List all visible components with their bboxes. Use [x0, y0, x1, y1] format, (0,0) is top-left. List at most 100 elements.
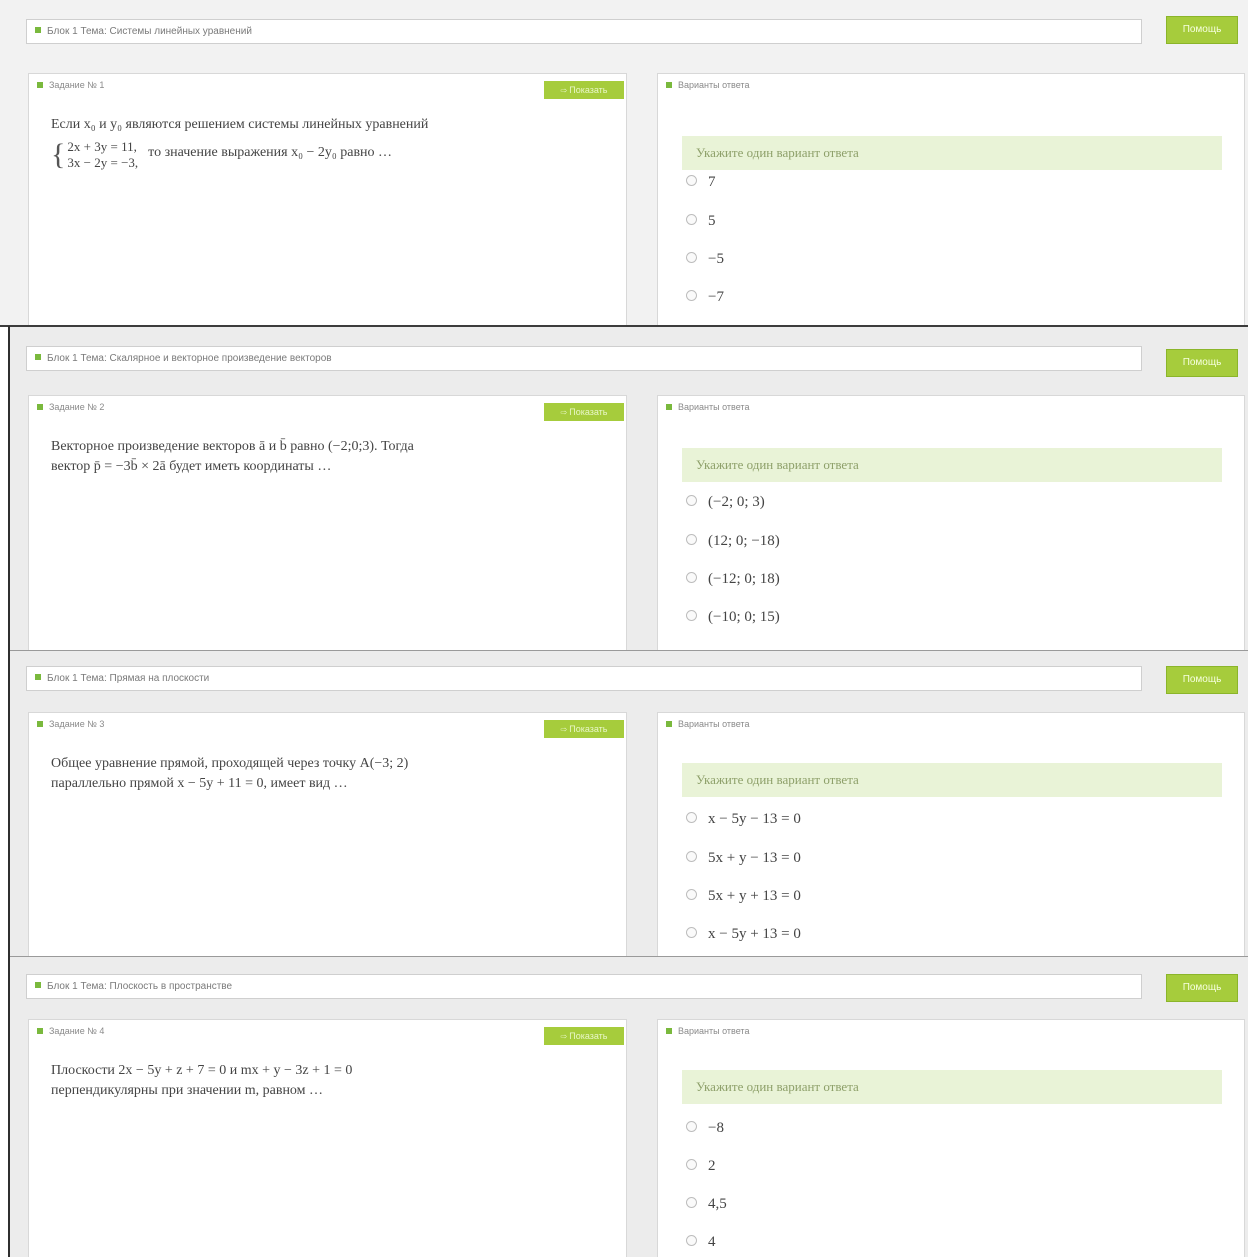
option-label: (−12; 0; 18)	[708, 571, 780, 587]
topic-text: Блок 1 Тема: Системы линейных уравнений	[47, 26, 252, 37]
radio-icon[interactable]	[686, 175, 697, 187]
equation-system: {2x + 3y = 11, 3x − 2y = −3,	[51, 139, 138, 171]
show-label: Показать	[569, 724, 608, 734]
answers-header: Варианты ответа	[666, 1026, 749, 1036]
task-card: Задание № 2 ⇨ Показать Векторное произвед…	[28, 395, 627, 650]
divider	[10, 650, 1248, 651]
show-button[interactable]: ⇨ Показать	[544, 720, 624, 738]
radio-icon[interactable]	[686, 927, 697, 939]
option-label: (−10; 0; 15)	[708, 609, 780, 625]
marker-icon	[35, 27, 41, 34]
equation-1: 2x + 3y = 11,	[67, 139, 137, 154]
answer-option[interactable]: −8	[686, 1120, 724, 1137]
answer-option[interactable]: 5	[686, 213, 716, 230]
task-card: Задание № 1 ⇨ Показать Если x₀ и y₀ являю…	[28, 73, 627, 326]
answer-option[interactable]: (−12; 0; 18)	[686, 571, 780, 588]
option-label: −5	[708, 251, 724, 267]
question-text: Плоскости 2x − 5y + z + 7 = 0 и mx + y −…	[51, 1061, 551, 1101]
task-panel-1: Блок 1 Тема: Системы линейных уравнений …	[0, 0, 1248, 326]
answer-option[interactable]: (12; 0; −18)	[686, 533, 780, 550]
show-button[interactable]: ⇨ Показать	[544, 403, 624, 421]
radio-icon[interactable]	[686, 812, 697, 824]
answers-card: Варианты ответа Укажите один вариант отв…	[657, 1019, 1245, 1257]
task-title: Задание № 2	[49, 402, 105, 412]
answer-option[interactable]: x − 5y − 13 = 0	[686, 811, 801, 828]
topic-text: Блок 1 Тема: Скалярное и векторное произ…	[47, 353, 332, 364]
answers-title: Варианты ответа	[678, 719, 750, 729]
radio-icon[interactable]	[686, 851, 697, 863]
help-button[interactable]: Помощь	[1166, 16, 1238, 44]
answer-option[interactable]: 5x + y + 13 = 0	[686, 888, 801, 905]
answer-option[interactable]: −7	[686, 289, 724, 306]
task-title: Задание № 3	[49, 719, 105, 729]
answer-option[interactable]: 4	[686, 1234, 716, 1251]
question-text: Векторное произведение векторов ā и b̄ р…	[51, 437, 551, 477]
option-label: 2	[708, 1158, 716, 1174]
marker-icon	[35, 674, 41, 681]
show-label: Показать	[569, 1031, 608, 1041]
task-header: Задание № 3	[37, 719, 104, 729]
radio-icon[interactable]	[686, 252, 697, 264]
task-title: Задание № 4	[49, 1026, 105, 1036]
show-button[interactable]: ⇨ Показать	[544, 81, 624, 99]
answers-header: Варианты ответа	[666, 719, 749, 729]
answer-option[interactable]: −5	[686, 251, 724, 268]
radio-icon[interactable]	[686, 214, 697, 226]
marker-icon	[666, 403, 672, 410]
answer-option[interactable]: 7	[686, 174, 716, 191]
radio-icon[interactable]	[686, 1197, 697, 1209]
help-button[interactable]: Помощь	[1166, 974, 1238, 1002]
arrow-icon: ⇨	[560, 86, 568, 95]
answer-option[interactable]: x − 5y + 13 = 0	[686, 926, 801, 943]
answer-option[interactable]: 5x + y − 13 = 0	[686, 850, 801, 867]
answers-card: Варианты ответа Укажите один вариант отв…	[657, 712, 1245, 956]
option-label: −8	[708, 1120, 724, 1136]
radio-icon[interactable]	[686, 889, 697, 901]
answer-option[interactable]: 4,5	[686, 1196, 727, 1213]
radio-icon[interactable]	[686, 1159, 697, 1171]
radio-icon[interactable]	[686, 534, 697, 546]
radio-icon[interactable]	[686, 290, 697, 302]
answer-option[interactable]: (−10; 0; 15)	[686, 609, 780, 626]
option-label: 5x + y − 13 = 0	[708, 850, 801, 866]
task-panel-2: Блок 1 Тема: Скалярное и векторное произ…	[10, 327, 1248, 650]
radio-icon[interactable]	[686, 1235, 697, 1247]
task-card: Задание № 3 ⇨ Показать Общее уравнение пр…	[28, 712, 627, 956]
task-panel-4: Блок 1 Тема: Плоскость в пространстве По…	[10, 957, 1248, 1257]
help-button[interactable]: Помощь	[1166, 666, 1238, 694]
option-label: (12; 0; −18)	[708, 533, 780, 549]
answer-option[interactable]: (−2; 0; 3)	[686, 494, 765, 511]
show-button[interactable]: ⇨ Показать	[544, 1027, 624, 1045]
help-button[interactable]: Помощь	[1166, 349, 1238, 377]
question-line-2: вектор p̄ = −3b̄ × 2ā будет иметь коорди…	[51, 459, 332, 474]
answers-card: Варианты ответа Укажите один вариант отв…	[657, 73, 1245, 326]
question-line-1: Векторное произведение векторов ā и b̄ р…	[51, 439, 414, 454]
option-label: 4,5	[708, 1196, 727, 1212]
answers-title: Варианты ответа	[678, 402, 750, 412]
radio-icon[interactable]	[686, 495, 697, 507]
answer-option[interactable]: 2	[686, 1158, 716, 1175]
question-text: Общее уравнение прямой, проходящей через…	[51, 754, 551, 794]
topic-bar: Блок 1 Тема: Системы линейных уравнений	[26, 19, 1142, 44]
question-line-1: Плоскости 2x − 5y + z + 7 = 0 и mx + y −…	[51, 1063, 353, 1078]
radio-icon[interactable]	[686, 610, 697, 622]
marker-icon	[37, 403, 43, 410]
marker-icon	[37, 81, 43, 88]
brace-icon: {	[51, 138, 66, 171]
answers-card: Варианты ответа Укажите один вариант отв…	[657, 395, 1245, 650]
task-header: Задание № 1	[37, 80, 104, 90]
topic-bar: Блок 1 Тема: Скалярное и векторное произ…	[26, 346, 1142, 371]
option-label: x − 5y − 13 = 0	[708, 811, 801, 827]
topic-text: Блок 1 Тема: Прямая на плоскости	[47, 673, 210, 684]
instruction-banner: Укажите один вариант ответа	[682, 1070, 1222, 1104]
arrow-icon: ⇨	[560, 408, 568, 417]
answers-header: Варианты ответа	[666, 402, 749, 412]
task-title: Задание № 1	[49, 80, 105, 90]
option-label: x − 5y + 13 = 0	[708, 926, 801, 942]
question-line-1: Если x₀ и y₀ являются решением системы л…	[51, 117, 429, 132]
radio-icon[interactable]	[686, 572, 697, 584]
topic-bar: Блок 1 Тема: Прямая на плоскости	[26, 666, 1142, 691]
divider	[10, 956, 1248, 957]
radio-icon[interactable]	[686, 1121, 697, 1133]
question-line-2: то значение выражения x₀ − 2y₀ равно …	[148, 145, 393, 160]
